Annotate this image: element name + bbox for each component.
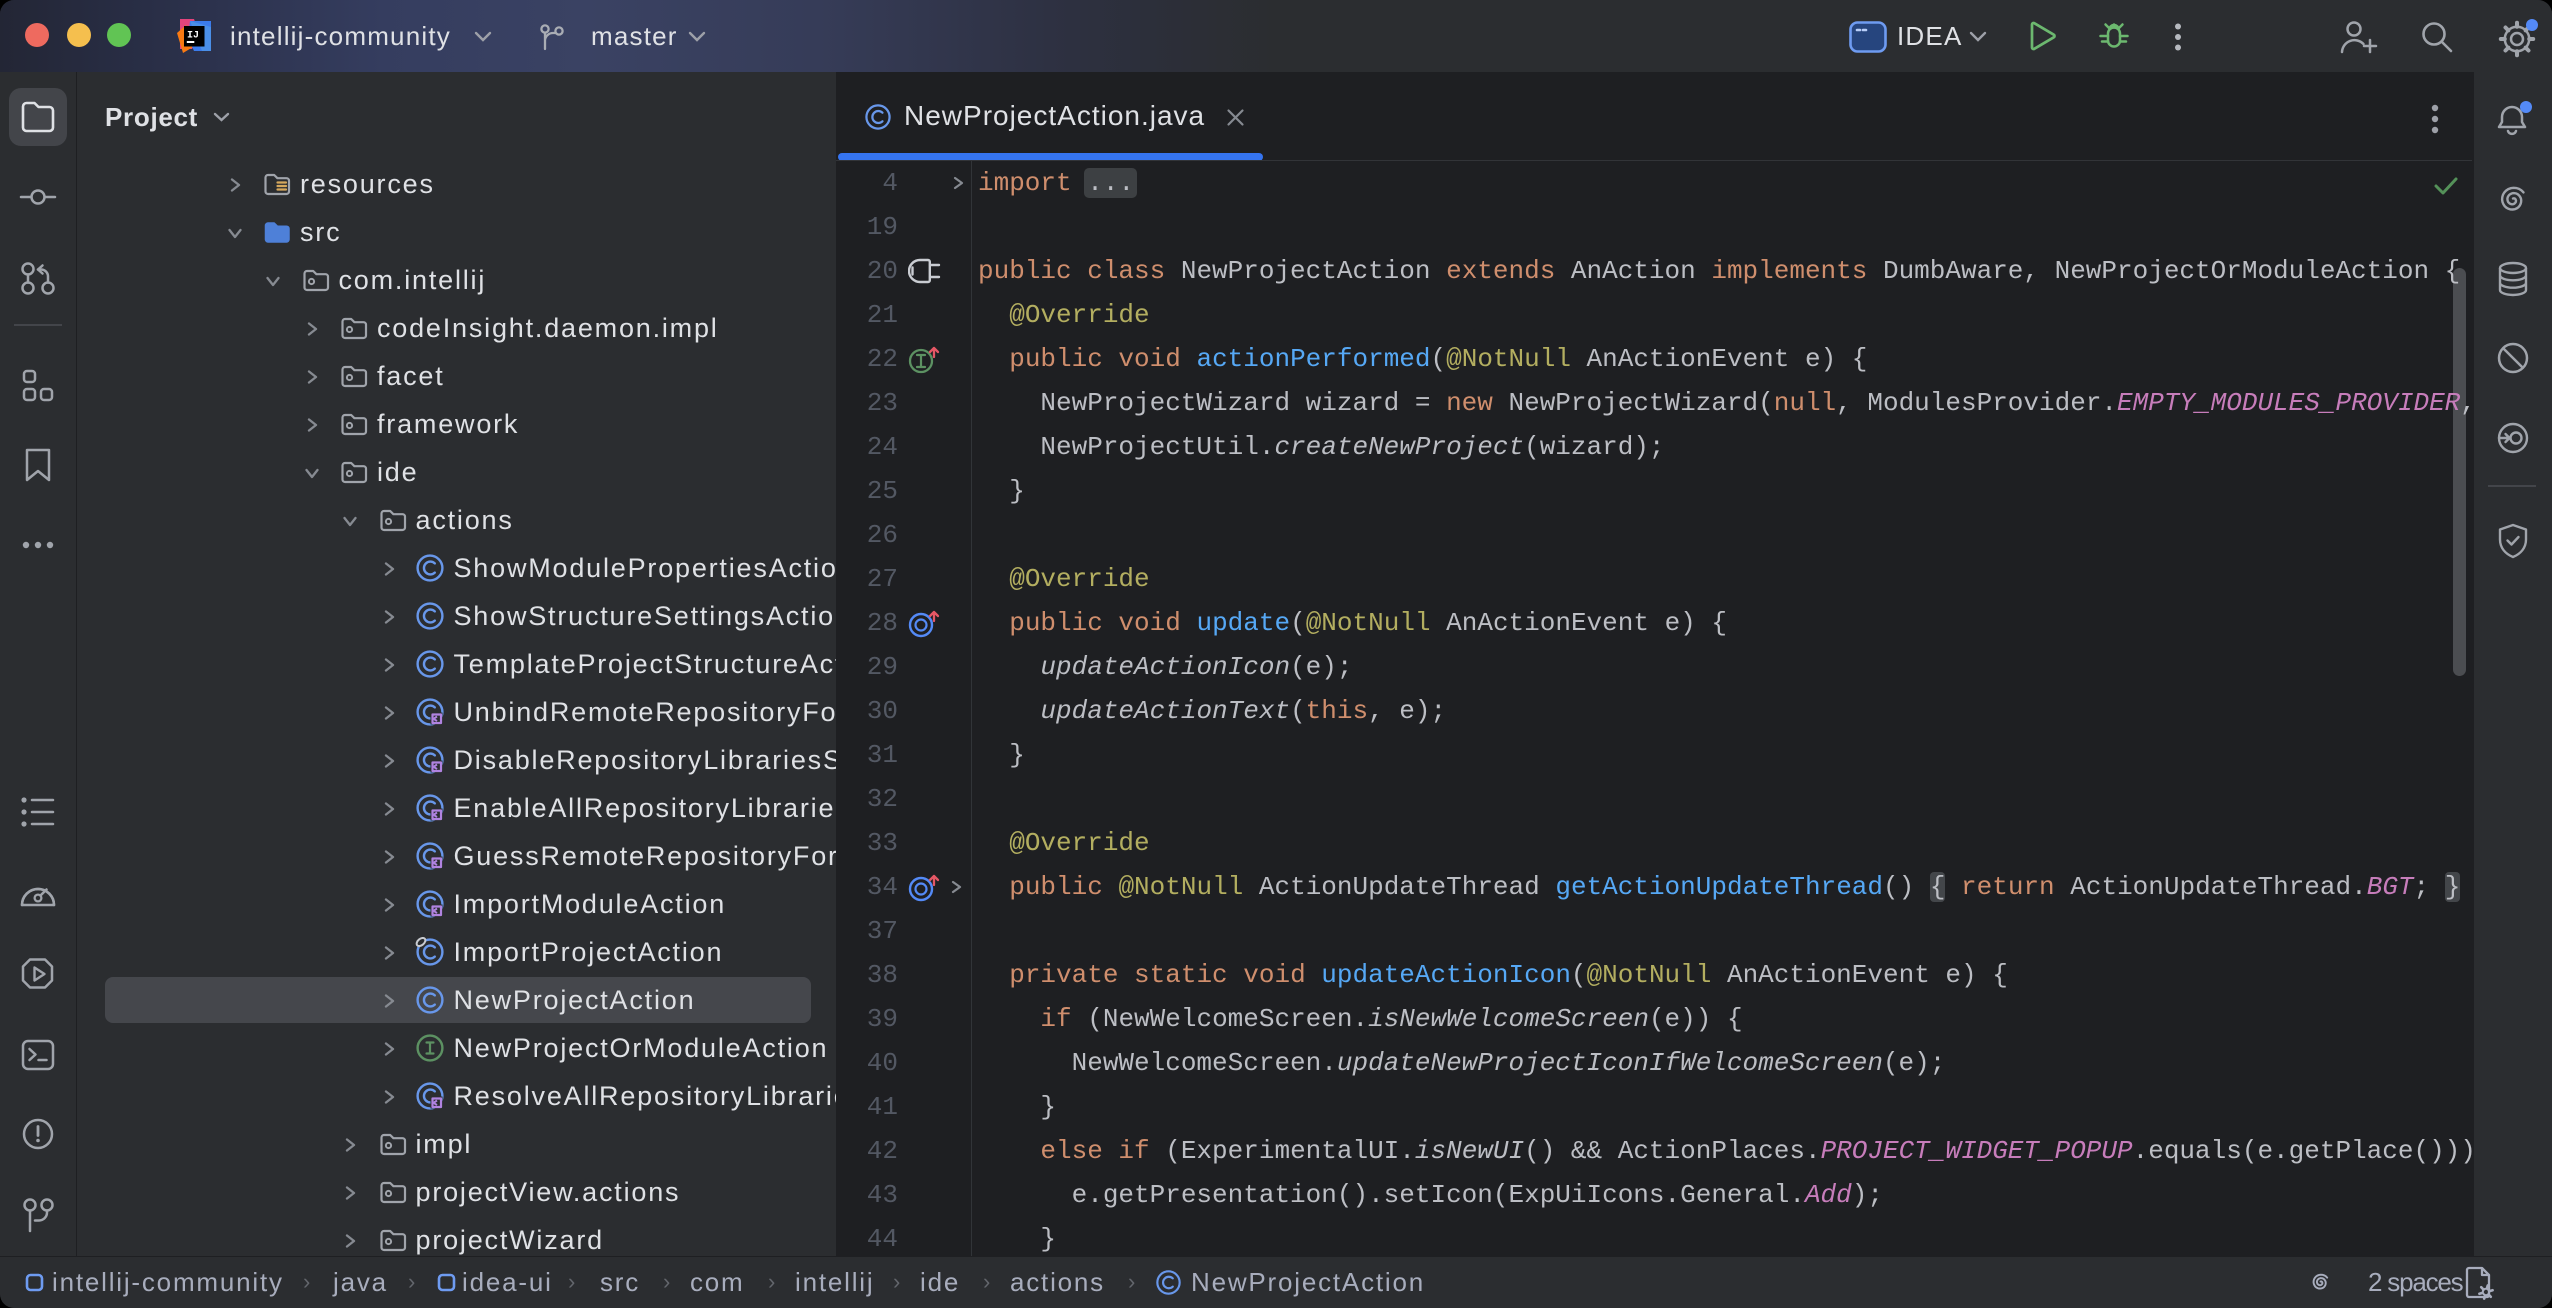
svg-text:IJ: IJ [187,31,199,42]
